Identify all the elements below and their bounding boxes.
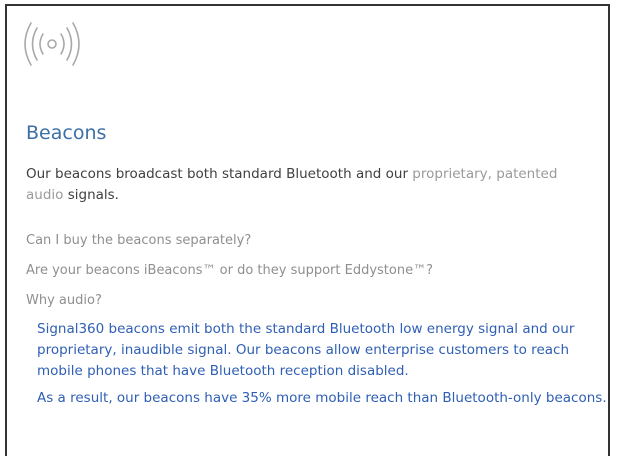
faq-question-buy-separately[interactable]: Can I buy the beacons separately?: [26, 233, 251, 248]
faq-answer-paragraph: As a result, our beacons have 35% more m…: [37, 390, 607, 406]
broadcast-signal-icon: [24, 22, 80, 66]
section-title: Beacons: [26, 122, 107, 144]
faq-question-ibeacons[interactable]: Are your beacons iBeacons™ or do they su…: [26, 263, 433, 278]
faq-question-why-audio[interactable]: Why audio?: [26, 293, 102, 308]
faq-answer-paragraph: Signal360 beacons emit both the standard…: [37, 321, 575, 379]
beacons-panel: Beacons Our beacons broadcast both stand…: [5, 4, 610, 456]
intro-text-2: signals.: [63, 187, 119, 203]
intro-text-1: Our beacons broadcast both standard Blue…: [26, 166, 413, 182]
section-intro: Our beacons broadcast both standard Blue…: [26, 164, 596, 206]
